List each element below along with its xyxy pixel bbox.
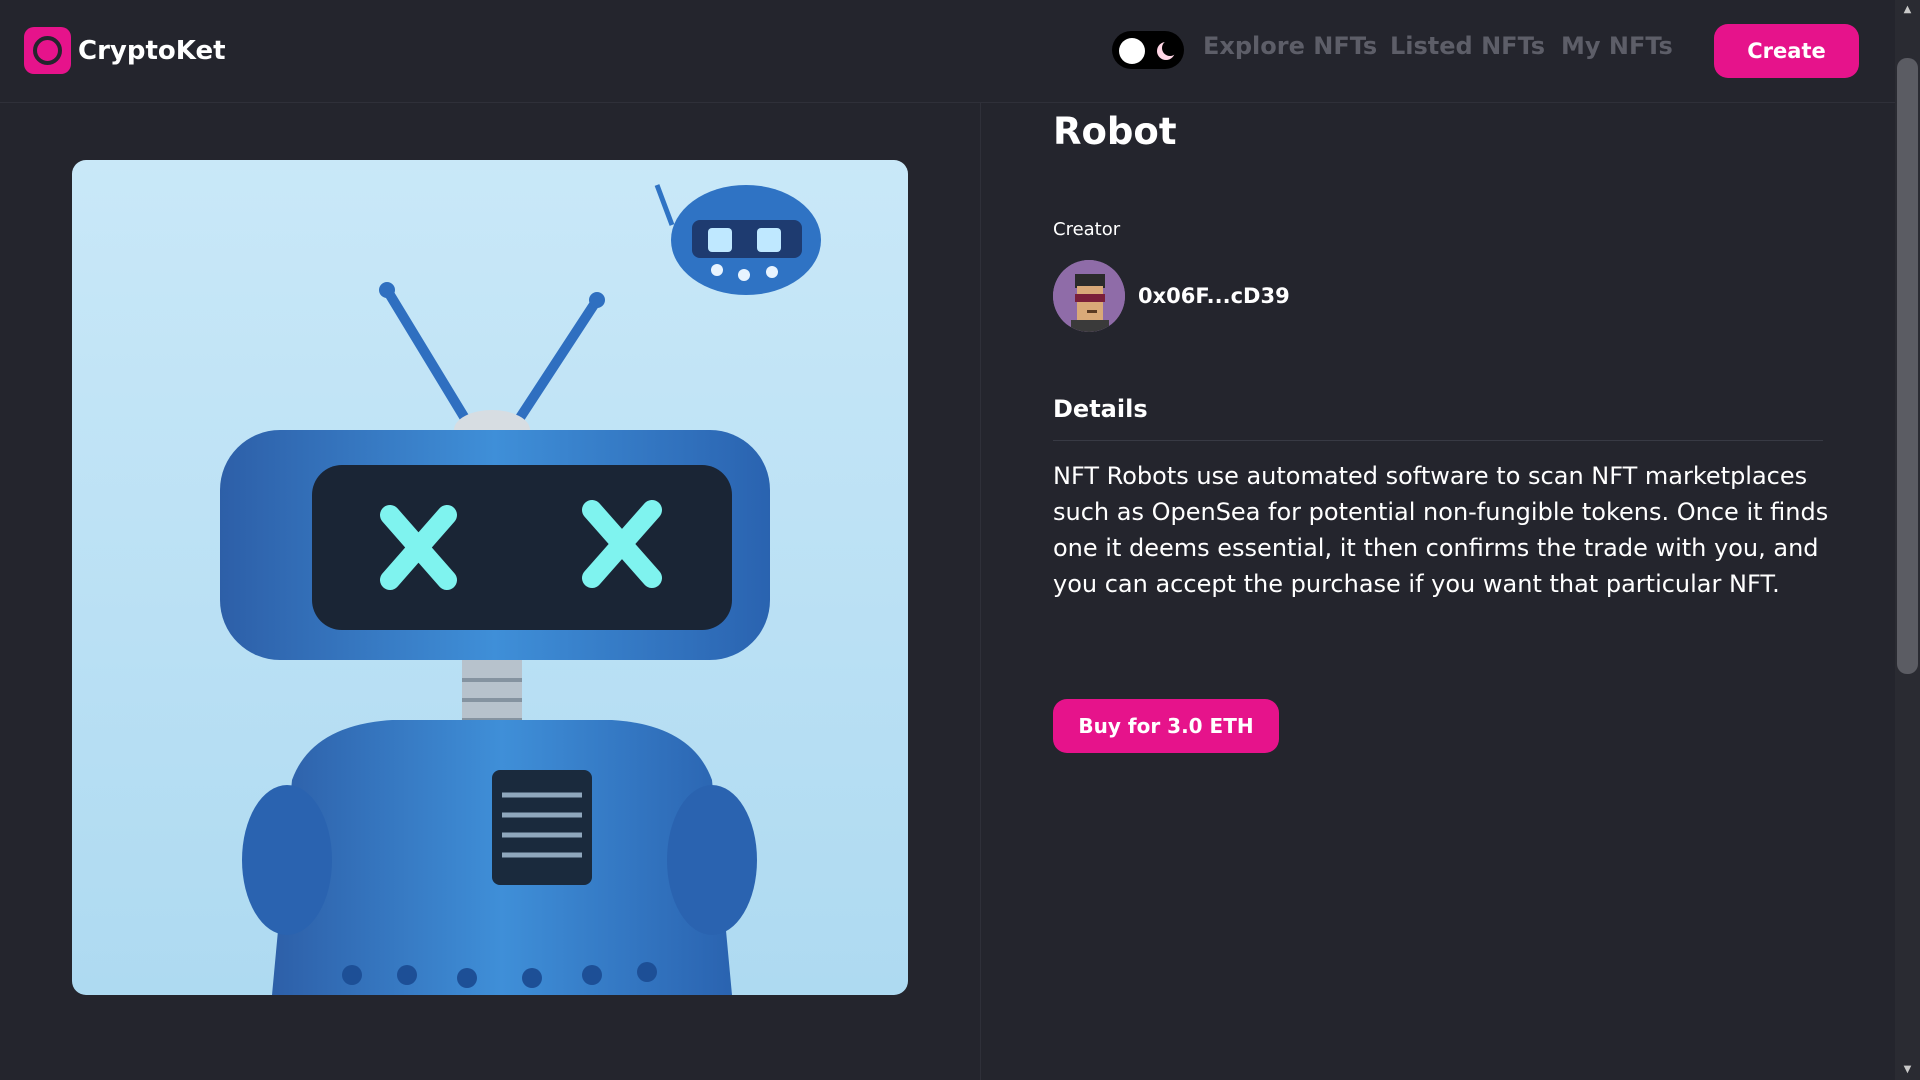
nft-description: NFT Robots use automated software to sca… (1053, 462, 1829, 598)
creator-label: Creator (1053, 219, 1121, 240)
nft-image (72, 160, 908, 995)
logo-icon (24, 27, 71, 74)
page-scrollbar[interactable]: ▲ ▼ (1895, 0, 1920, 1080)
nft-title: Robot (1053, 110, 1177, 153)
creator-avatar (1053, 260, 1125, 332)
nav-explore-nfts[interactable]: Explore NFTs (1203, 32, 1377, 60)
creator-row[interactable]: 0x06F...cD39 (1053, 260, 1290, 332)
nav-my-nfts[interactable]: My NFTs (1561, 32, 1673, 60)
nav-listed-nfts[interactable]: Listed NFTs (1390, 32, 1545, 60)
scroll-up-arrow-icon[interactable]: ▲ (1895, 0, 1920, 20)
top-navbar: CryptoKet Explore NFTs Listed NFTs My NF… (0, 0, 1895, 103)
creator-address[interactable]: 0x06F...cD39 (1138, 284, 1290, 308)
scroll-down-arrow-icon[interactable]: ▼ (1895, 1060, 1920, 1080)
column-divider (980, 103, 981, 1080)
create-button[interactable]: Create (1714, 24, 1859, 78)
buy-button[interactable]: Buy for 3.0 ETH (1053, 699, 1279, 753)
scroll-thumb[interactable] (1897, 58, 1918, 674)
brand-logo[interactable]: CryptoKet (24, 27, 226, 74)
moon-icon (1157, 40, 1176, 60)
theme-toggle[interactable] (1112, 31, 1184, 69)
toggle-knob (1119, 38, 1145, 64)
details-divider (1053, 440, 1823, 441)
details-heading: Details (1053, 395, 1148, 423)
brand-name: CryptoKet (78, 35, 226, 66)
